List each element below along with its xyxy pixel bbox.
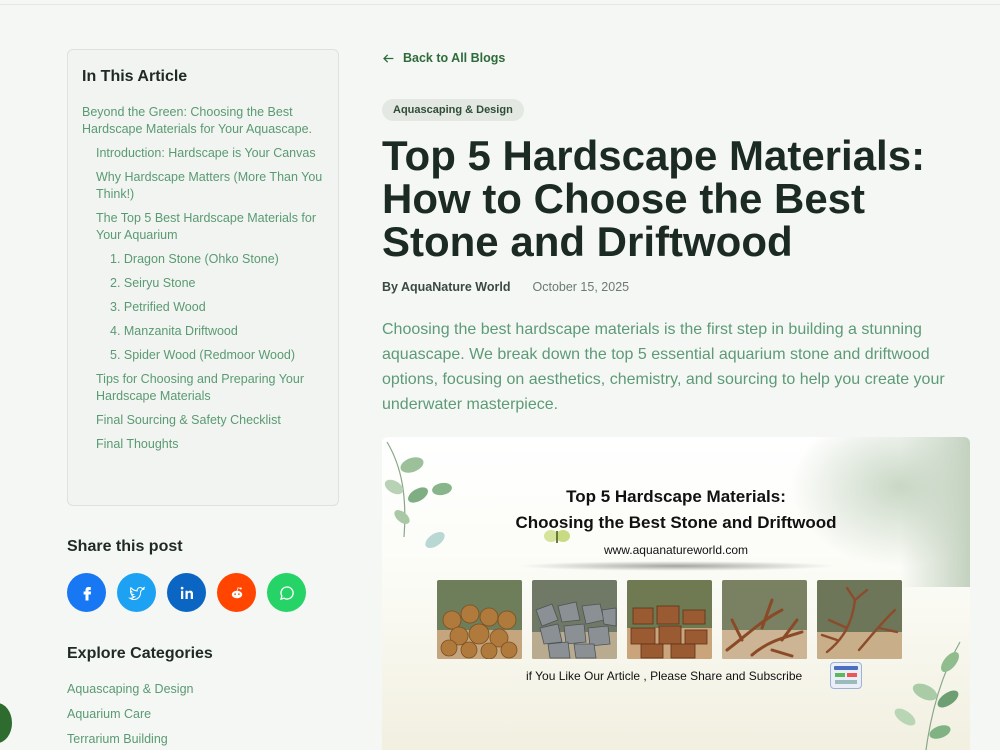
toc-link[interactable]: Final Thoughts <box>82 436 324 453</box>
toc-link[interactable]: Introduction: Hardscape is Your Canvas <box>82 145 324 162</box>
whatsapp-share-button[interactable] <box>267 573 306 612</box>
table-of-contents: In This Article Beyond the Green: Choosi… <box>67 49 339 506</box>
arrow-left-icon <box>383 53 394 63</box>
toc-list: Beyond the Green: Choosing the Best Hard… <box>82 104 324 453</box>
categories-list: Aquascaping & Design Aquarium Care Terra… <box>67 682 193 750</box>
spider-wood-thumbnail <box>817 580 902 659</box>
floating-chat-button[interactable] <box>0 703 12 743</box>
subscribe-icon <box>830 662 862 689</box>
categories-title: Explore Categories <box>67 645 213 662</box>
article-title: Top 5 Hardscape Materials: How to Choose… <box>382 132 926 265</box>
watercolor-wash <box>900 437 970 587</box>
top-divider <box>0 4 1000 5</box>
linkedin-icon <box>180 586 193 599</box>
toc-link[interactable]: The Top 5 Best Hardscape Materials for Y… <box>82 210 324 244</box>
facebook-icon <box>83 586 91 600</box>
back-to-blogs-link[interactable]: Back to All Blogs <box>382 51 505 65</box>
toc-link[interactable]: Final Sourcing & Safety Checklist <box>82 412 324 429</box>
text-shadow-band <box>517 561 837 571</box>
hero-url: www.aquanatureworld.com <box>603 543 749 557</box>
twitter-share-button[interactable] <box>117 573 156 612</box>
dragon-stone-thumbnail <box>437 580 522 659</box>
seiryu-stone-thumbnail <box>532 580 617 659</box>
toc-link[interactable]: 4. Manzanita Driftwood <box>82 323 324 340</box>
author: By AquaNature World <box>382 280 511 294</box>
facebook-share-button[interactable] <box>67 573 106 612</box>
category-badge[interactable]: Aquascaping & Design <box>382 99 524 121</box>
toc-link[interactable]: Why Hardscape Matters (More Than You Thi… <box>82 169 324 203</box>
article-intro: Choosing the best hardscape materials is… <box>382 321 945 413</box>
hero-image: Top 5 Hardscape Materials: Choosing the … <box>382 437 970 750</box>
back-label: Back to All Blogs <box>403 51 506 65</box>
hero-footer-text: if You Like Our Article , Please Share a… <box>526 669 803 683</box>
article-meta: By AquaNature World October 15, 2025 <box>382 280 629 294</box>
hero-heading-line1: Top 5 Hardscape Materials: <box>566 487 786 506</box>
share-title: Share this post <box>67 538 183 555</box>
whatsapp-icon <box>279 585 294 600</box>
toc-link[interactable]: Tips for Choosing and Preparing Your Har… <box>82 371 324 405</box>
petrified-wood-thumbnail <box>627 580 712 659</box>
toc-link[interactable]: 3. Petrified Wood <box>82 299 324 316</box>
publish-date: October 15, 2025 <box>532 280 630 294</box>
manzanita-driftwood-thumbnail <box>722 580 807 659</box>
reddit-icon <box>231 586 242 598</box>
material-thumbnails <box>437 580 902 659</box>
toc-link[interactable]: 2. Seiryu Stone <box>82 275 324 292</box>
linkedin-share-button[interactable] <box>167 573 206 612</box>
toc-link[interactable]: 1. Dragon Stone (Ohko Stone) <box>82 251 324 268</box>
category-link[interactable]: Terrarium Building <box>67 732 193 747</box>
reddit-share-button[interactable] <box>217 573 256 612</box>
toc-title: In This Article <box>82 68 188 85</box>
share-buttons <box>67 573 306 612</box>
category-link[interactable]: Aquascaping & Design <box>67 682 193 697</box>
toc-link[interactable]: 5. Spider Wood (Redmoor Wood) <box>82 347 324 364</box>
hero-heading-line2: Choosing the Best Stone and Driftwood <box>515 513 837 532</box>
toc-link[interactable]: Beyond the Green: Choosing the Best Hard… <box>82 104 324 138</box>
category-link[interactable]: Aquarium Care <box>67 707 193 722</box>
twitter-icon <box>127 585 145 600</box>
